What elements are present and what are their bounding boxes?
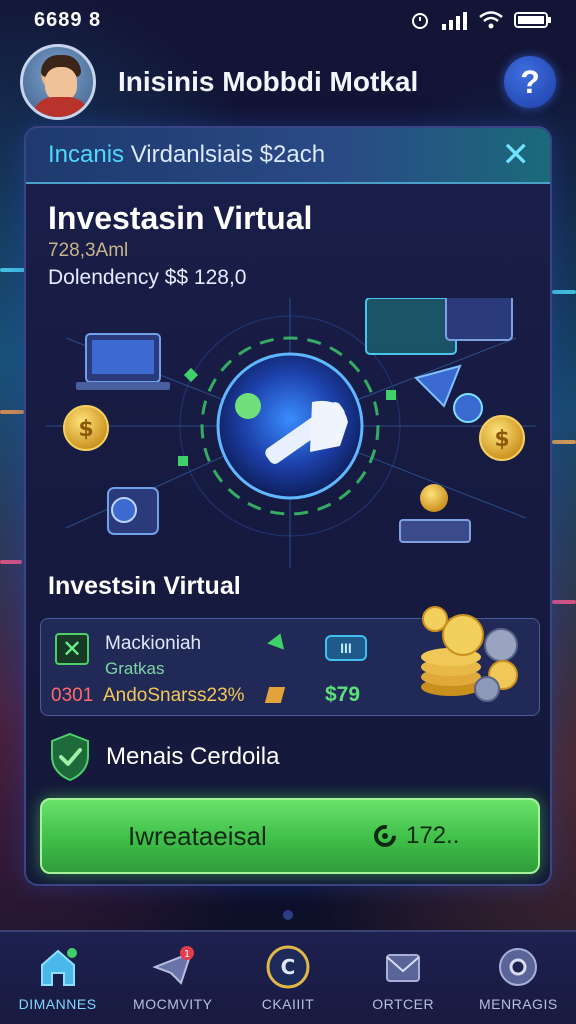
refresh-icon [374,825,396,847]
invest-button-label: Iwreataeisal [128,820,267,851]
app-header: Inisinis Mobbdi Motkal ? [0,44,576,120]
node-green [183,367,199,383]
bg-streak [0,410,24,414]
section-title: Investsin Virtual [48,572,241,600]
nav-item-home[interactable]: DIMANNES [3,944,113,1012]
data-screen [365,298,457,355]
laptop-left-base [76,382,170,390]
nav-label: MENRAGIS [479,996,558,1012]
trend-up-icon [267,630,289,650]
nav-item-order[interactable]: ORTCER [348,944,458,1012]
signal-icon [442,12,467,30]
invest-button-amount: 172.. [406,822,460,849]
send-plane [414,364,462,408]
stats-pill: III [325,635,367,661]
bottom-nav: DIMANNES 1 MOCMVITY C CKAIIIT ORTCER MEN… [0,930,576,1024]
bg-streak [552,290,576,294]
status-bar: 6689 8 [0,0,576,40]
nav-label: MOCMVITY [133,996,213,1012]
alarm-icon [412,13,428,29]
status-icons [410,10,552,30]
banner-body: Virdanlsiais $2ach [124,141,326,168]
banner-text: Incanis Virdanlsiais $2ach [48,141,325,169]
node-green [386,390,396,400]
svg-text:C: C [281,955,296,979]
apple-icon [235,393,261,419]
nav-label: CKAIIIT [261,996,315,1012]
lock-icon [453,393,483,423]
card-title: Investasin Virtual [48,200,313,236]
banner: Incanis Virdanlsiais $2ach ✕ [26,128,550,184]
card-code: 728,3Aml [48,240,129,261]
battery-icon [514,12,551,28]
laptop-bottom [399,519,471,543]
banner-prefix: Incanis [48,141,125,168]
certificate-label: Menais Cerdoila [106,743,280,770]
wallet-coin [111,497,137,523]
send-icon: 1 [150,944,196,990]
laptop-left-screen [92,340,154,374]
nav-item-activity[interactable]: 1 MOCMVITY [118,944,228,1012]
close-icon[interactable]: ✕ [502,138,531,172]
coin-left-symbol: $ [78,417,93,442]
gear-icon [495,944,541,990]
coin-icon: C [265,944,311,990]
mail-icon [380,944,426,990]
coin-bottom [420,484,448,512]
stats-desc: AndoSnarss23% [103,685,245,706]
coin-right-symbol: $ [494,427,509,452]
nav-item-wallet[interactable]: C CKAIIIT [233,944,343,1012]
help-button[interactable]: ? [504,56,556,108]
app-title: Inisinis Mobbdi Motkal [118,66,419,97]
hero-illustration: $ $ [46,298,536,568]
bg-streak [0,268,26,272]
nav-item-settings[interactable]: MENRAGIS [463,944,573,1012]
svg-text:1: 1 [184,949,190,960]
invest-button[interactable]: Iwreataeisal 172.. [40,798,540,874]
stats-amount: $79 [325,683,361,706]
stats-sub: Gratkas [105,659,165,678]
node-green [178,456,188,466]
bg-streak [0,560,22,564]
gold-bar-icon [264,687,286,703]
bg-streak [552,440,576,444]
home-icon [35,944,81,990]
page-indicator [283,910,293,920]
stats-name: Mackioniah [105,633,202,654]
wifi-icon [479,11,503,29]
avatar[interactable] [20,44,96,120]
check-icon: ✕ [55,633,89,665]
coin-stack-icon [421,606,518,702]
stats-code: 0301 [51,685,94,706]
card-dependency: Dolendency $$ 128,0 [48,266,247,289]
nav-label: DIMANNES [18,996,97,1012]
certificate-row[interactable]: Menais Cerdoila [48,732,279,782]
nav-label: ORTCER [372,996,435,1012]
stats-panel[interactable]: ✕ Mackioniah Gratkas 0301 AndoSnarss23% … [40,606,540,716]
status-time: 6689 8 [34,8,102,31]
investment-card: Incanis Virdanlsiais $2ach ✕ Investasin … [24,126,552,886]
bg-streak [552,600,576,604]
shield-icon [51,732,89,782]
laptop-right [445,298,513,341]
